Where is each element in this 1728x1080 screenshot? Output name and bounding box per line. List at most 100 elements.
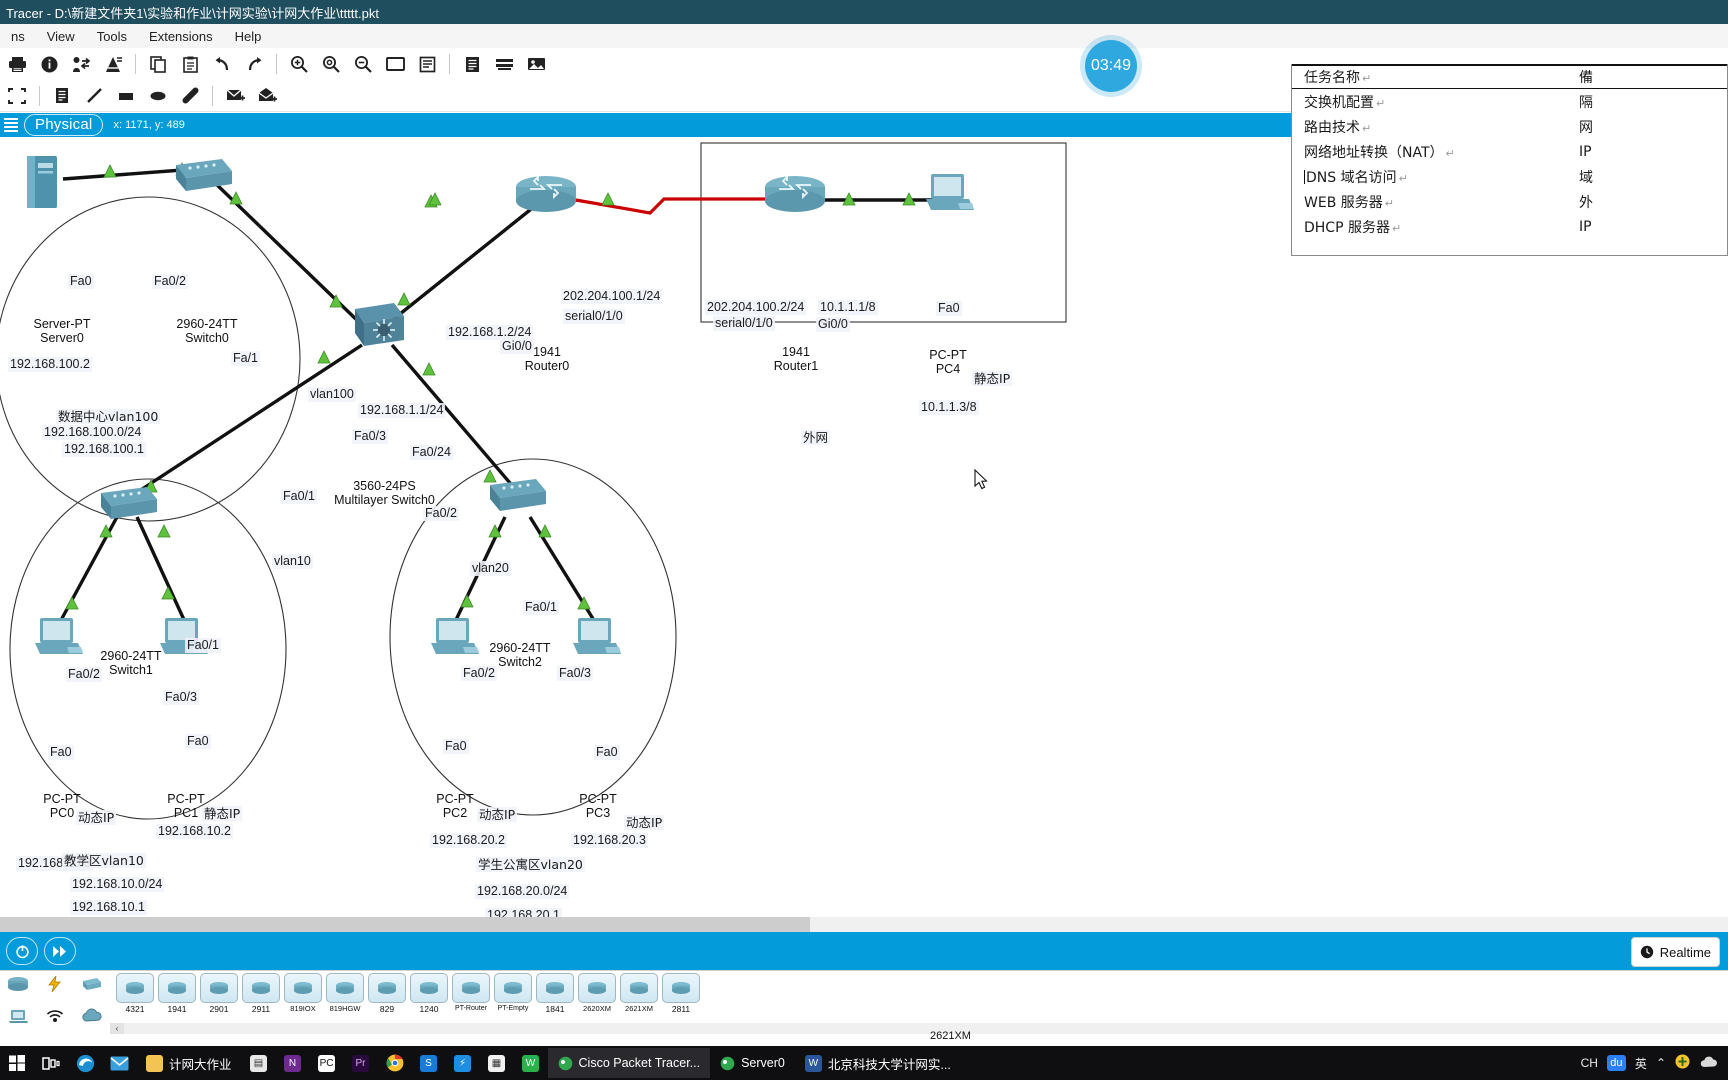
add-simple-pdu-icon[interactable] — [220, 82, 250, 110]
palette-device[interactable]: 2811 — [662, 973, 700, 1014]
router-icon[interactable] — [620, 973, 658, 1003]
router-icon[interactable] — [200, 973, 238, 1003]
task-row[interactable]: WEB 服务器 ↵ 外 — [1292, 189, 1727, 214]
palette-scroll-strip[interactable]: ‹ — [110, 1023, 1728, 1034]
device-model-list[interactable]: 4321 1941 2901 2911 819IOX 819HGW 829 12… — [116, 973, 700, 1023]
ime-language-indicator[interactable]: 英 — [1635, 1055, 1647, 1072]
task-list-overlay-panel[interactable]: 任务名称 ↵ 備 交换机配置 ↵ 隔 路由技术 ↵ 网 网络地址转换（NAT） ↵ IP… — [1291, 64, 1728, 256]
task-row[interactable]: 路由技术 ↵ 网 — [1292, 114, 1727, 139]
add-complex-pdu-icon[interactable] — [252, 82, 282, 110]
palette-device[interactable]: 2901 — [200, 973, 238, 1014]
router-icon[interactable] — [284, 973, 322, 1003]
redo-icon[interactable] — [239, 50, 269, 78]
palette-device[interactable]: 1240 — [410, 973, 448, 1014]
zoom-in-icon[interactable] — [284, 50, 314, 78]
router-icon[interactable] — [452, 973, 490, 1003]
switches-category-icon[interactable] — [81, 976, 103, 997]
task-view-button[interactable] — [34, 1046, 68, 1080]
palette-device[interactable]: PT-Empty — [494, 973, 532, 1014]
skype-icon[interactable]: S — [412, 1046, 446, 1080]
tab-physical[interactable]: Physical — [24, 114, 104, 136]
router-icon[interactable] — [536, 973, 574, 1003]
thunder-download-icon[interactable]: ⚡ — [446, 1046, 480, 1080]
device-palette[interactable]: 4321 1941 2901 2911 819IOX 819HGW 829 12… — [0, 970, 1728, 1034]
wan-cloud-category-icon[interactable] — [80, 1008, 104, 1029]
onedrive-cloud-icon[interactable] — [1699, 1055, 1718, 1071]
baidu-ime-icon[interactable]: du — [1606, 1055, 1626, 1071]
zoom-reset-icon[interactable] — [316, 50, 346, 78]
select-icon[interactable] — [2, 82, 32, 110]
viewport-icon[interactable] — [521, 50, 551, 78]
wechat-icon[interactable]: W — [514, 1046, 548, 1080]
router-icon[interactable] — [578, 973, 616, 1003]
router-icon[interactable] — [326, 973, 364, 1003]
palette-device[interactable]: PT-Router — [452, 973, 490, 1014]
security-shield-icon[interactable] — [1675, 1054, 1690, 1072]
palette-scroll-left-arrow[interactable]: ‹ — [110, 1023, 124, 1034]
router-icon[interactable] — [242, 973, 280, 1003]
menu-item-options[interactable]: ns — [0, 27, 36, 46]
copy-icon[interactable] — [143, 50, 173, 78]
router-icon[interactable] — [410, 973, 448, 1003]
paste-icon[interactable] — [175, 50, 205, 78]
draw-line-icon[interactable] — [79, 82, 109, 110]
pycharm-icon[interactable]: PC — [310, 1046, 344, 1080]
info-icon[interactable] — [34, 50, 64, 78]
custom-devices-icon[interactable] — [412, 50, 442, 78]
network-description-icon[interactable] — [489, 50, 519, 78]
palette-device[interactable]: 829 — [368, 973, 406, 1014]
edge-browser-icon[interactable] — [68, 1046, 102, 1080]
palette-device[interactable]: 4321 — [116, 973, 154, 1014]
router-icon[interactable] — [368, 973, 406, 1003]
task-row[interactable]: 交换机配置 ↵ 隔 — [1292, 89, 1727, 114]
palette-window-icon[interactable] — [380, 50, 410, 78]
task-row[interactable]: 网络地址转换（NAT） ↵ IP — [1292, 139, 1727, 164]
device-category-grid[interactable] — [0, 971, 110, 1034]
mail-icon[interactable] — [102, 1046, 136, 1080]
ime-mode-indicator[interactable]: CH — [1581, 1056, 1598, 1070]
premiere-icon[interactable]: Pr — [344, 1046, 378, 1080]
palette-device[interactable]: 2620XM — [578, 973, 616, 1014]
taskbar-folder-item[interactable]: 计网大作业 — [136, 1048, 242, 1078]
realtime-mode-indicator[interactable]: Realtime — [1630, 937, 1720, 967]
draw-ellipse-icon[interactable] — [143, 82, 173, 110]
draw-rectangle-icon[interactable] — [111, 82, 141, 110]
palette-device[interactable]: 819HGW — [326, 973, 364, 1014]
router-icon[interactable] — [494, 973, 532, 1003]
router-icon[interactable] — [116, 973, 154, 1003]
notes-app-icon[interactable]: ▦ — [480, 1046, 514, 1080]
power-cycle-devices-button[interactable] — [6, 937, 38, 965]
palette-device[interactable]: 2621XM — [620, 973, 658, 1014]
store-icon[interactable]: ▤ — [242, 1046, 276, 1080]
wireless-category-icon[interactable] — [45, 1008, 65, 1029]
palette-device[interactable]: 1941 — [158, 973, 196, 1014]
palette-device[interactable]: 819IOX — [284, 973, 322, 1014]
menu-item-extensions[interactable]: Extensions — [138, 27, 224, 46]
start-button[interactable] — [0, 1046, 34, 1080]
multiuser-icon[interactable] — [98, 50, 128, 78]
end-devices-category-icon[interactable] — [7, 1008, 29, 1029]
draw-freeform-icon[interactable] — [175, 82, 205, 110]
chrome-icon[interactable] — [378, 1046, 412, 1080]
windows-taskbar[interactable]: 计网大作业 ▤ N PC Pr S ⚡ ▦ W Cisco Packet Tra… — [0, 1046, 1728, 1080]
router-icon[interactable] — [158, 973, 196, 1003]
show-hidden-icons-chevron-icon[interactable]: ⌃ — [1656, 1056, 1666, 1070]
fast-forward-time-button[interactable] — [44, 937, 76, 965]
router-icon[interactable] — [662, 973, 700, 1003]
system-tray[interactable]: CH du 英 ⌃ — [1581, 1054, 1728, 1072]
print-icon[interactable] — [2, 50, 32, 78]
scrollbar-thumb[interactable] — [0, 917, 810, 932]
routers-category-icon[interactable] — [6, 976, 30, 997]
undo-icon[interactable] — [207, 50, 237, 78]
taskbar-app-server0[interactable]: Server0 — [710, 1048, 795, 1078]
canvas-horizontal-scrollbar[interactable] — [0, 917, 1728, 932]
notes-icon[interactable] — [457, 50, 487, 78]
menu-item-view[interactable]: View — [36, 27, 86, 46]
activity-wizard-icon[interactable] — [66, 50, 96, 78]
task-row[interactable]: DHCP 服务器 ↵ IP — [1292, 214, 1727, 239]
menu-item-tools[interactable]: Tools — [86, 27, 138, 46]
task-row[interactable]: DNS 域名访问 ↵ 域 — [1292, 164, 1727, 189]
menu-item-help[interactable]: Help — [224, 27, 273, 46]
vscode-icon[interactable]: N — [276, 1046, 310, 1080]
taskbar-app-word-doc[interactable]: W 北京科技大学计网实... — [795, 1048, 961, 1078]
